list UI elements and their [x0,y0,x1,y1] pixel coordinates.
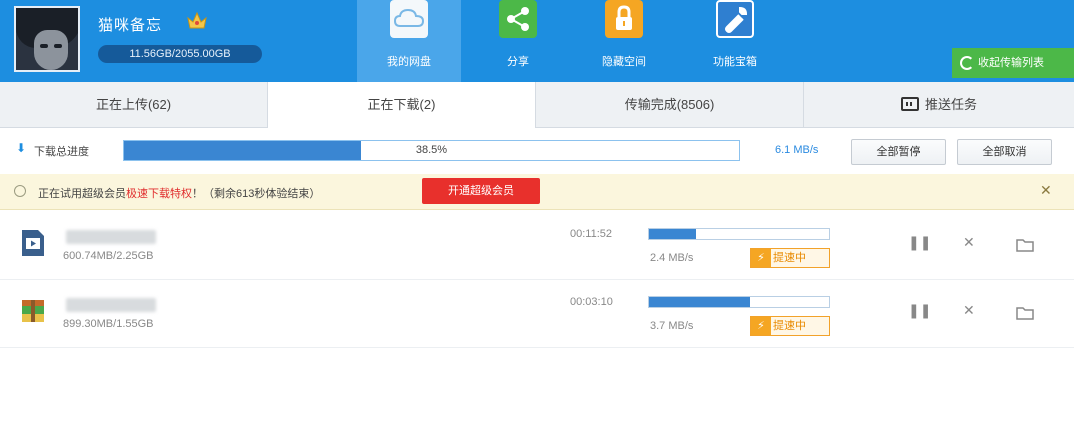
nav-my-drive[interactable]: 我的网盘 [357,0,461,82]
time-remaining: 00:11:52 [570,228,613,240]
top-bar: 猫咪备忘 11.56GB/2055.00GB 我的网盘 分享 隐藏空间 功能宝箱… [0,0,1074,82]
total-progress-bar: 38.5% [123,140,740,161]
pause-icon[interactable]: ❚❚ [908,234,931,251]
nav-label: 分享 [507,56,529,68]
tab-label: 正在上传(62) [95,97,172,112]
lock-icon [605,0,643,38]
nav-label: 功能宝箱 [713,56,757,68]
folder-icon[interactable] [1016,306,1034,320]
tab-downloading[interactable]: 正在下载(2) [268,82,536,129]
file-progress-fill [649,229,696,239]
banner-text-before: 正在试用超级会员 [38,188,126,200]
close-icon[interactable]: ✕ [1040,182,1052,199]
vip-trial-banner: 正在试用超级会员极速下载特权！（剩余613秒体验结束） 开通超级会员 ✕ [0,174,1074,210]
download-arrow-icon: ⬇ [16,141,27,155]
folder-icon[interactable] [1016,238,1034,252]
file-progress-bar [648,296,830,308]
tab-push-tasks[interactable]: 推送任务 [804,82,1074,128]
info-icon [14,185,26,197]
total-speed: 6.1 MB/s [775,144,819,156]
download-row[interactable]: 899.30MB/1.55GB 00:03:10 3.7 MB/s ⚡ 提速中 ❚… [0,280,1074,348]
boost-label: 提速中 [773,320,806,332]
download-row[interactable]: 600.74MB/2.25GB 00:11:52 2.4 MB/s ⚡ 提速中 ❚… [0,212,1074,280]
banner-text-after: ！（剩余613秒体验结束） [192,188,321,200]
nav-label: 我的网盘 [387,56,431,68]
file-progress-bar [648,228,830,240]
nav-share[interactable]: 分享 [466,0,570,82]
file-size: 600.74MB/2.25GB [63,250,154,262]
avatar[interactable] [14,6,80,72]
collapse-transfer-list-button[interactable]: 收起传输列表 [952,48,1074,78]
cancel-all-button[interactable]: 全部取消 [957,139,1052,165]
pause-all-button[interactable]: 全部暂停 [851,139,946,165]
file-progress-fill [649,297,750,307]
cloud-icon [390,0,428,38]
tab-label: 传输完成(8506) [624,97,715,112]
total-progress-row: ⬇ 下载总进度 38.5% 6.1 MB/s 全部暂停 全部取消 [0,128,1074,174]
banner-text-highlight[interactable]: 极速下载特权 [126,188,192,200]
user-name[interactable]: 猫咪备忘 [98,14,162,35]
boost-badge[interactable]: ⚡ 提速中 [750,316,830,336]
total-progress-percent: 38.5% [415,144,448,156]
tab-completed[interactable]: 传输完成(8506) [536,82,804,128]
collapse-label: 收起传输列表 [978,57,1044,69]
open-vip-button[interactable]: 开通超级会员 [422,178,540,204]
transfer-tabs: 正在上传(62) 正在下载(2) 传输完成(8506) 推送任务 [0,82,1074,129]
video-file-icon [22,230,44,256]
archive-file-icon [22,300,44,322]
file-speed: 3.7 MB/s [650,320,694,332]
storage-quota: 11.56GB/2055.00GB [98,45,262,63]
boost-badge[interactable]: ⚡ 提速中 [750,248,830,268]
banner-text: 正在试用超级会员极速下载特权！（剩余613秒体验结束） [38,185,320,201]
tab-label: 正在下载(2) [367,97,436,112]
nav-label: 隐藏空间 [602,56,646,68]
tab-uploading[interactable]: 正在上传(62) [0,82,268,128]
time-remaining: 00:03:10 [570,296,613,308]
pause-icon[interactable]: ❚❚ [908,302,931,319]
file-name-blurred [66,230,156,244]
refresh-icon [960,56,974,70]
crown-icon[interactable] [186,10,208,32]
tab-label: 推送任务 [924,97,977,112]
nav-hidden-space[interactable]: 隐藏空间 [572,0,676,82]
lightning-icon: ⚡ [751,317,771,335]
file-name-blurred [66,298,156,312]
total-progress-label: 下载总进度 [34,146,89,158]
file-size: 899.30MB/1.55GB [63,318,154,330]
wrench-icon [716,0,754,38]
lightning-icon: ⚡ [751,249,771,267]
file-speed: 2.4 MB/s [650,252,694,264]
monitor-icon [900,97,919,111]
cancel-icon[interactable]: ✕ [963,234,975,251]
share-icon [499,0,537,38]
boost-label: 提速中 [773,252,806,264]
nav-toolbox[interactable]: 功能宝箱 [683,0,787,82]
cancel-icon[interactable]: ✕ [963,302,975,319]
